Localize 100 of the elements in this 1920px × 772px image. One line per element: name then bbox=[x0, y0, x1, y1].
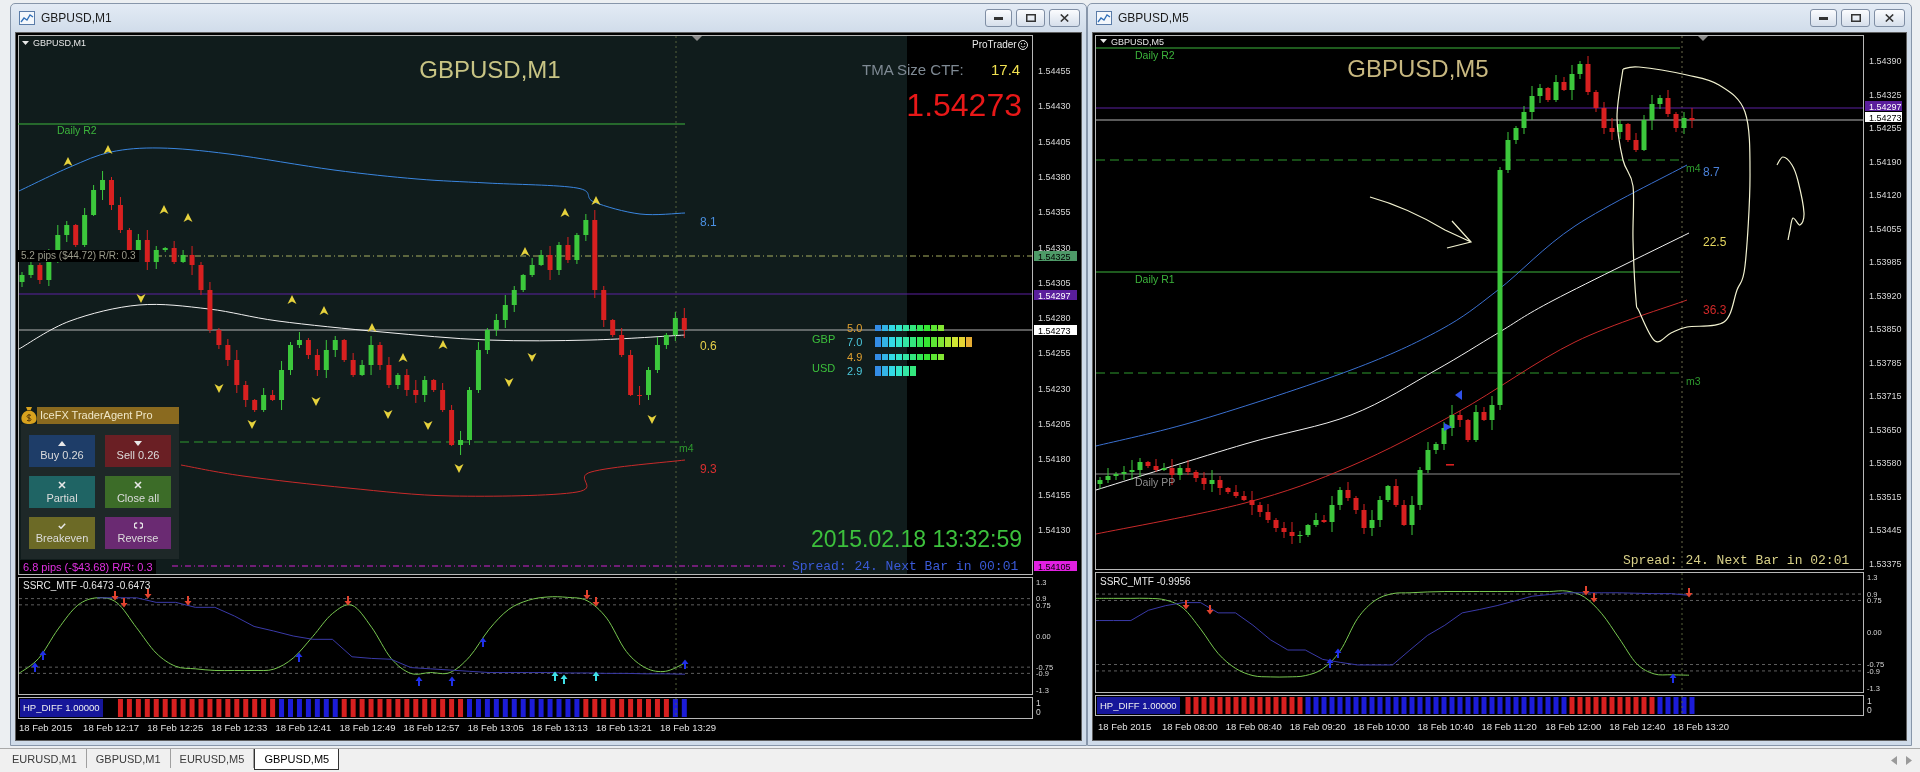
bearish-candle bbox=[1273, 517, 1279, 533]
scale-label: 0 bbox=[1036, 707, 1041, 718]
up-trend-bar bbox=[1545, 697, 1551, 714]
down-trend-bar bbox=[583, 699, 589, 717]
arrow-down-icon bbox=[1182, 600, 1190, 610]
bullish-candle bbox=[395, 372, 401, 390]
up-trend-bar bbox=[1305, 697, 1311, 714]
bearish-candle bbox=[1585, 55, 1591, 96]
bearish-candle bbox=[1401, 499, 1407, 527]
price-tick: 1.53445 bbox=[1869, 525, 1902, 536]
price-tick: 1.54455 bbox=[1038, 66, 1071, 76]
bearish-candle bbox=[1281, 521, 1287, 539]
down-trend-bar bbox=[144, 699, 150, 717]
bullish-candle bbox=[91, 184, 97, 217]
bullish-candle bbox=[672, 311, 678, 342]
bearish-candle bbox=[1673, 111, 1679, 133]
bullish-candle bbox=[1513, 125, 1519, 145]
trade-button[interactable]: Partial bbox=[29, 476, 95, 508]
bearish-candle bbox=[413, 379, 419, 404]
price-tick: 1.54325 bbox=[1869, 89, 1902, 100]
price-tag: 1.54297 bbox=[1034, 290, 1077, 301]
down-trend-bar bbox=[350, 699, 356, 717]
minimize-button[interactable] bbox=[985, 9, 1012, 27]
close-button[interactable] bbox=[1049, 9, 1080, 27]
up-trend-bar bbox=[305, 699, 311, 717]
bearish-candle bbox=[1457, 410, 1463, 428]
up-trend-bar bbox=[538, 699, 544, 717]
price-tick: 1.54230 bbox=[1038, 383, 1071, 394]
bearish-candle bbox=[1633, 132, 1639, 153]
bearish-candle bbox=[1609, 117, 1615, 141]
bullish-candle bbox=[279, 360, 285, 411]
currency-label: GBP bbox=[812, 333, 836, 345]
spread-info: Spread: 24. Next Bar in 02:01 bbox=[1623, 553, 1850, 568]
trade-button[interactable]: Breakeven bbox=[29, 517, 95, 549]
x-icon bbox=[134, 480, 142, 489]
tma-value: 17.4 bbox=[991, 61, 1021, 78]
up-trend-bar bbox=[1505, 697, 1511, 714]
time-label: 18 Feb 13:05 bbox=[467, 722, 524, 733]
bearish-candle bbox=[243, 380, 249, 408]
minimize-button[interactable] bbox=[1810, 9, 1837, 27]
bullish-candle bbox=[153, 245, 159, 270]
brand-label: ProTrader bbox=[972, 39, 1017, 50]
down-trend-bar bbox=[234, 699, 240, 717]
down-trend-bar bbox=[1601, 697, 1607, 714]
maximize-icon bbox=[1025, 14, 1036, 22]
strength-value: 2.9 bbox=[847, 365, 863, 377]
up-trend-bar bbox=[1473, 697, 1479, 714]
up-trend-bar bbox=[565, 699, 571, 717]
bearish-candle bbox=[431, 378, 437, 393]
chart-tab[interactable]: EURUSD,M1 bbox=[3, 749, 87, 768]
bullish-candle bbox=[64, 220, 70, 243]
arrowhead-up-icon bbox=[63, 157, 73, 166]
chart-tab[interactable]: GBPUSD,M5 bbox=[254, 749, 340, 770]
chart-tab[interactable]: GBPUSD,M1 bbox=[86, 749, 171, 768]
trade-button[interactable]: Close all bbox=[105, 476, 171, 508]
down-trend-bar bbox=[1193, 697, 1199, 714]
price-tick: 1.54190 bbox=[1869, 156, 1902, 167]
bullish-candle bbox=[1097, 476, 1103, 490]
down-trend-bar bbox=[198, 699, 204, 717]
price-tick: 1.53375 bbox=[1869, 558, 1902, 569]
bearish-candle bbox=[1145, 460, 1151, 469]
bullish-candle bbox=[538, 249, 544, 267]
band-value: 9.3 bbox=[700, 462, 717, 476]
down-trend-bar bbox=[1225, 697, 1231, 714]
bullish-candle bbox=[100, 170, 106, 201]
up-trend-bar bbox=[1321, 697, 1327, 714]
arrow-up-icon bbox=[415, 676, 423, 686]
maximize-button[interactable] bbox=[1016, 9, 1045, 27]
bullish-candle bbox=[529, 257, 535, 278]
close-icon bbox=[1885, 14, 1894, 22]
level-label: Daily R1 bbox=[1135, 273, 1175, 285]
bullish-candle bbox=[1449, 404, 1455, 437]
maximize-button[interactable] bbox=[1841, 9, 1870, 27]
down-trend-bar bbox=[368, 699, 374, 717]
down-trend-bar bbox=[1217, 697, 1223, 714]
trade-button[interactable]: Sell 0.26 bbox=[105, 435, 171, 467]
arcs-icon bbox=[133, 522, 143, 529]
time-label: 18 Feb 10:00 bbox=[1353, 721, 1410, 732]
arrowhead-up-icon bbox=[367, 323, 377, 332]
bearish-candle bbox=[216, 327, 222, 350]
arrowhead-down-icon bbox=[504, 378, 514, 387]
down-trend-bar bbox=[386, 699, 392, 717]
bullish-candle bbox=[1569, 64, 1575, 101]
bearish-candle bbox=[1153, 458, 1159, 473]
check-icon bbox=[58, 522, 66, 529]
bearish-candle bbox=[1321, 514, 1327, 524]
down-trend-bar bbox=[1241, 697, 1247, 714]
down-trend-bar bbox=[1585, 697, 1591, 714]
up-trend-bar bbox=[529, 699, 535, 717]
trade-button[interactable]: Buy 0.26 bbox=[29, 435, 95, 467]
bearish-candle bbox=[1225, 486, 1231, 495]
bearish-candle bbox=[1185, 459, 1191, 476]
price-tick: 1.54055 bbox=[1869, 223, 1902, 234]
up-trend-bar bbox=[1513, 697, 1519, 714]
close-button[interactable] bbox=[1874, 9, 1905, 27]
up-trend-bar bbox=[1457, 697, 1463, 714]
time-label: 18 Feb 09:20 bbox=[1289, 721, 1346, 732]
time-label: 18 Feb 2015 bbox=[19, 722, 73, 733]
trade-button[interactable]: Reverse bbox=[105, 517, 171, 549]
bullish-candle bbox=[296, 331, 302, 349]
